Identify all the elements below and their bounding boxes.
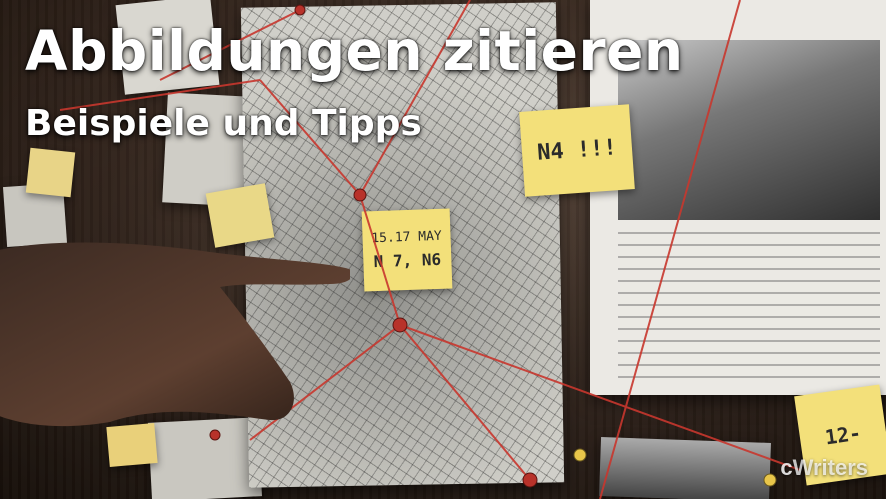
logo-mark-icon: c — [780, 455, 793, 480]
page-subtitle: Beispiele und Tipps — [25, 103, 422, 144]
string-line — [359, 194, 401, 326]
push-pin — [573, 448, 587, 462]
push-pin — [522, 472, 538, 488]
brand-logo: cWriters — [780, 455, 868, 481]
push-pin — [294, 4, 306, 16]
page-title: Abbildungen zitieren — [25, 19, 684, 83]
logo-text: Writers — [792, 455, 868, 480]
title-block: Abbildungen zitieren Beispiele und Tipps — [25, 19, 684, 145]
push-pin — [353, 188, 367, 202]
push-pin — [392, 317, 408, 333]
pointing-hand — [0, 242, 350, 427]
push-pin — [763, 473, 777, 487]
hero-image: N4 !!! 15.17 MAY N 7, N6 12- Abbildungen… — [0, 0, 886, 499]
